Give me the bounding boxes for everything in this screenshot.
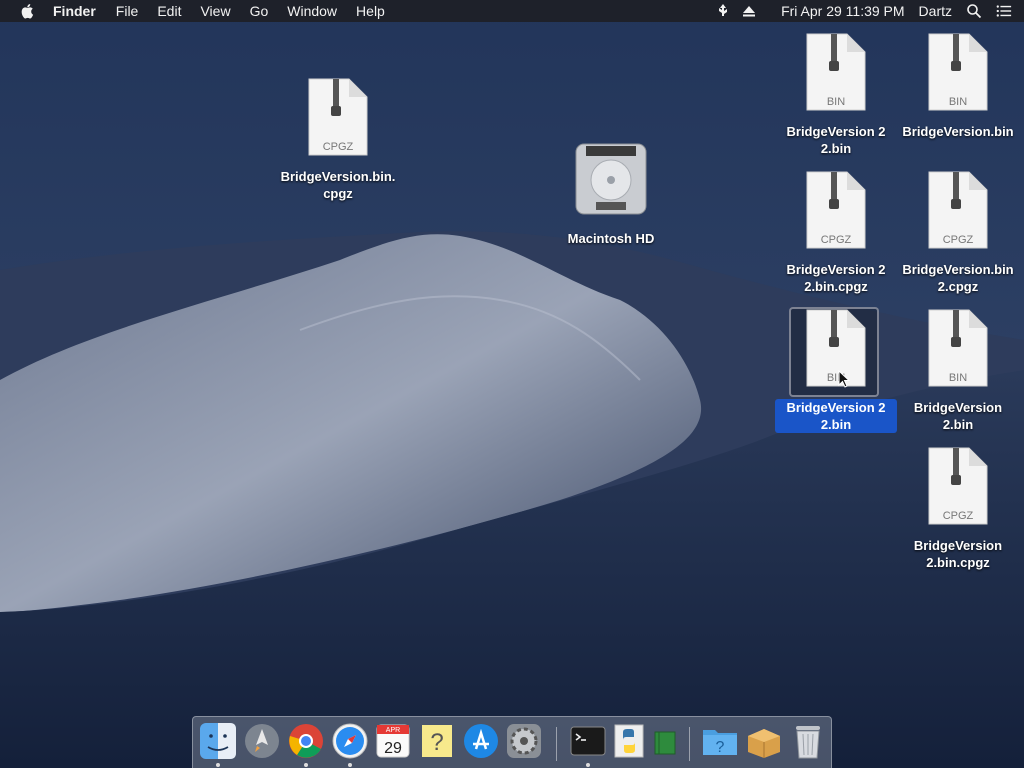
- fast-user-switch[interactable]: Dartz: [919, 0, 952, 22]
- desktop-file-label: BridgeVersion.bin 2.cpgz: [902, 262, 1014, 294]
- apple-menu-icon[interactable]: [20, 3, 34, 19]
- finder-dock-icon[interactable]: [199, 722, 237, 760]
- terminal-dock-icon[interactable]: [569, 722, 607, 760]
- trash-dock-icon[interactable]: [789, 722, 827, 760]
- menubar-clock[interactable]: Fri Apr 29 11:39 PM: [781, 0, 904, 22]
- menu-edit[interactable]: Edit: [157, 0, 181, 22]
- safari-dock-icon[interactable]: [331, 722, 369, 760]
- mouse-pointer-icon: [838, 370, 850, 388]
- launchpad-dock-icon[interactable]: [243, 722, 281, 760]
- menu-app-finder[interactable]: Finder: [53, 0, 96, 22]
- usb-status-icon[interactable]: [715, 3, 731, 19]
- desktop-file-label: BridgeVersion.bin.cpgz: [280, 169, 396, 201]
- archive-file-icon: BIN: [806, 33, 866, 111]
- archive-file-icon: CPGZ: [928, 447, 988, 525]
- svg-text:CPGZ: CPGZ: [943, 234, 974, 246]
- archive-file-icon: CPGZ: [928, 171, 988, 249]
- desktop-file-label: BridgeVersion.bin: [902, 124, 1014, 139]
- menu-file[interactable]: File: [116, 0, 139, 22]
- archive-file-icon: CPGZ: [806, 171, 866, 249]
- svg-text:APR: APR: [386, 727, 400, 734]
- svg-text:?: ?: [430, 729, 443, 756]
- installer-package-dock-icon[interactable]: [745, 722, 783, 760]
- menu-view[interactable]: View: [200, 0, 230, 22]
- spotlight-search-icon[interactable]: [966, 3, 982, 19]
- dock-separator: [689, 727, 690, 761]
- chrome-dock-icon[interactable]: [287, 722, 325, 760]
- archive-file-icon: BIN: [928, 309, 988, 387]
- svg-text:BIN: BIN: [949, 372, 967, 384]
- menu-go[interactable]: Go: [250, 0, 269, 22]
- desktop-file-bridgeversion-2-bin[interactable]: BIN BridgeVersion 2.bin: [897, 309, 1019, 434]
- hard-drive-icon: [575, 143, 647, 215]
- desktop-file-label: BridgeVersion 2 2.bin: [786, 124, 886, 156]
- svg-text:29: 29: [384, 740, 402, 757]
- dock-separator: [556, 727, 557, 761]
- svg-text:BIN: BIN: [949, 96, 967, 108]
- desktop-drive-macintosh-hd[interactable]: Macintosh HD: [550, 140, 672, 248]
- terminal-running-indicator: [586, 763, 590, 767]
- svg-text:CPGZ: CPGZ: [821, 234, 852, 246]
- svg-text:BIN: BIN: [827, 96, 845, 108]
- desktop-file-bridgeversion-bin-2-cpgz[interactable]: CPGZ BridgeVersion.bin 2.cpgz: [897, 171, 1019, 296]
- desktop-file-bridgeversion-2-2-bin-cpgz[interactable]: CPGZ BridgeVersion 2 2.bin.cpgz: [775, 171, 897, 296]
- desktop-file-bridgeversion-bin-cpgz[interactable]: CPGZ BridgeVersion.bin.cpgz: [277, 78, 399, 203]
- svg-text:CPGZ: CPGZ: [323, 141, 354, 153]
- desktop-file-label: BridgeVersion 2.bin.cpgz: [913, 538, 1003, 570]
- desktop-file-label: BridgeVersion 2.bin: [913, 400, 1003, 432]
- menu-bar: Finder File Edit View Go Window Help Fri…: [0, 0, 1024, 22]
- menu-window[interactable]: Window: [287, 0, 337, 22]
- desktop-file-label: BridgeVersion 2 2.bin.cpgz: [786, 262, 886, 294]
- safari-running-indicator: [348, 763, 352, 767]
- desktop-file-label-selected: BridgeVersion 2 2.bin: [775, 399, 897, 433]
- archive-file-icon: BIN: [806, 309, 866, 387]
- svg-text:CPGZ: CPGZ: [943, 510, 974, 522]
- app-store-dock-icon[interactable]: [462, 722, 500, 760]
- menu-help[interactable]: Help: [356, 0, 385, 22]
- notification-center-icon[interactable]: [996, 3, 1012, 19]
- dock: APR 29 ? ?: [192, 716, 832, 768]
- desktop-drive-label: Macintosh HD: [567, 231, 655, 246]
- desktop-file-bridgeversion-2-2-bin[interactable]: BIN BridgeVersion 2 2.bin: [775, 33, 897, 158]
- calendar-dock-icon[interactable]: APR 29: [374, 722, 412, 760]
- desktop-file-bridgeversion-2-bin-cpgz[interactable]: CPGZ BridgeVersion 2.bin.cpgz: [897, 447, 1019, 572]
- book-dock-icon[interactable]: [651, 722, 679, 760]
- system-preferences-dock-icon[interactable]: [505, 722, 543, 760]
- svg-text:?: ?: [716, 739, 725, 756]
- archive-file-icon: CPGZ: [308, 78, 368, 156]
- finder-running-indicator: [216, 763, 220, 767]
- desktop-file-bridgeversion-bin[interactable]: BIN BridgeVersion.bin: [897, 33, 1019, 141]
- eject-icon[interactable]: [741, 3, 757, 19]
- chrome-running-indicator: [304, 763, 308, 767]
- python-launcher-dock-icon[interactable]: [613, 722, 651, 760]
- help-folder-dock-icon[interactable]: ?: [701, 722, 739, 760]
- desktop-file-bridgeversion-2-2-bin-selected[interactable]: BIN BridgeVersion 2 2.bin: [775, 307, 897, 434]
- archive-file-icon: BIN: [928, 33, 988, 111]
- stickies-dock-icon[interactable]: ?: [418, 722, 456, 760]
